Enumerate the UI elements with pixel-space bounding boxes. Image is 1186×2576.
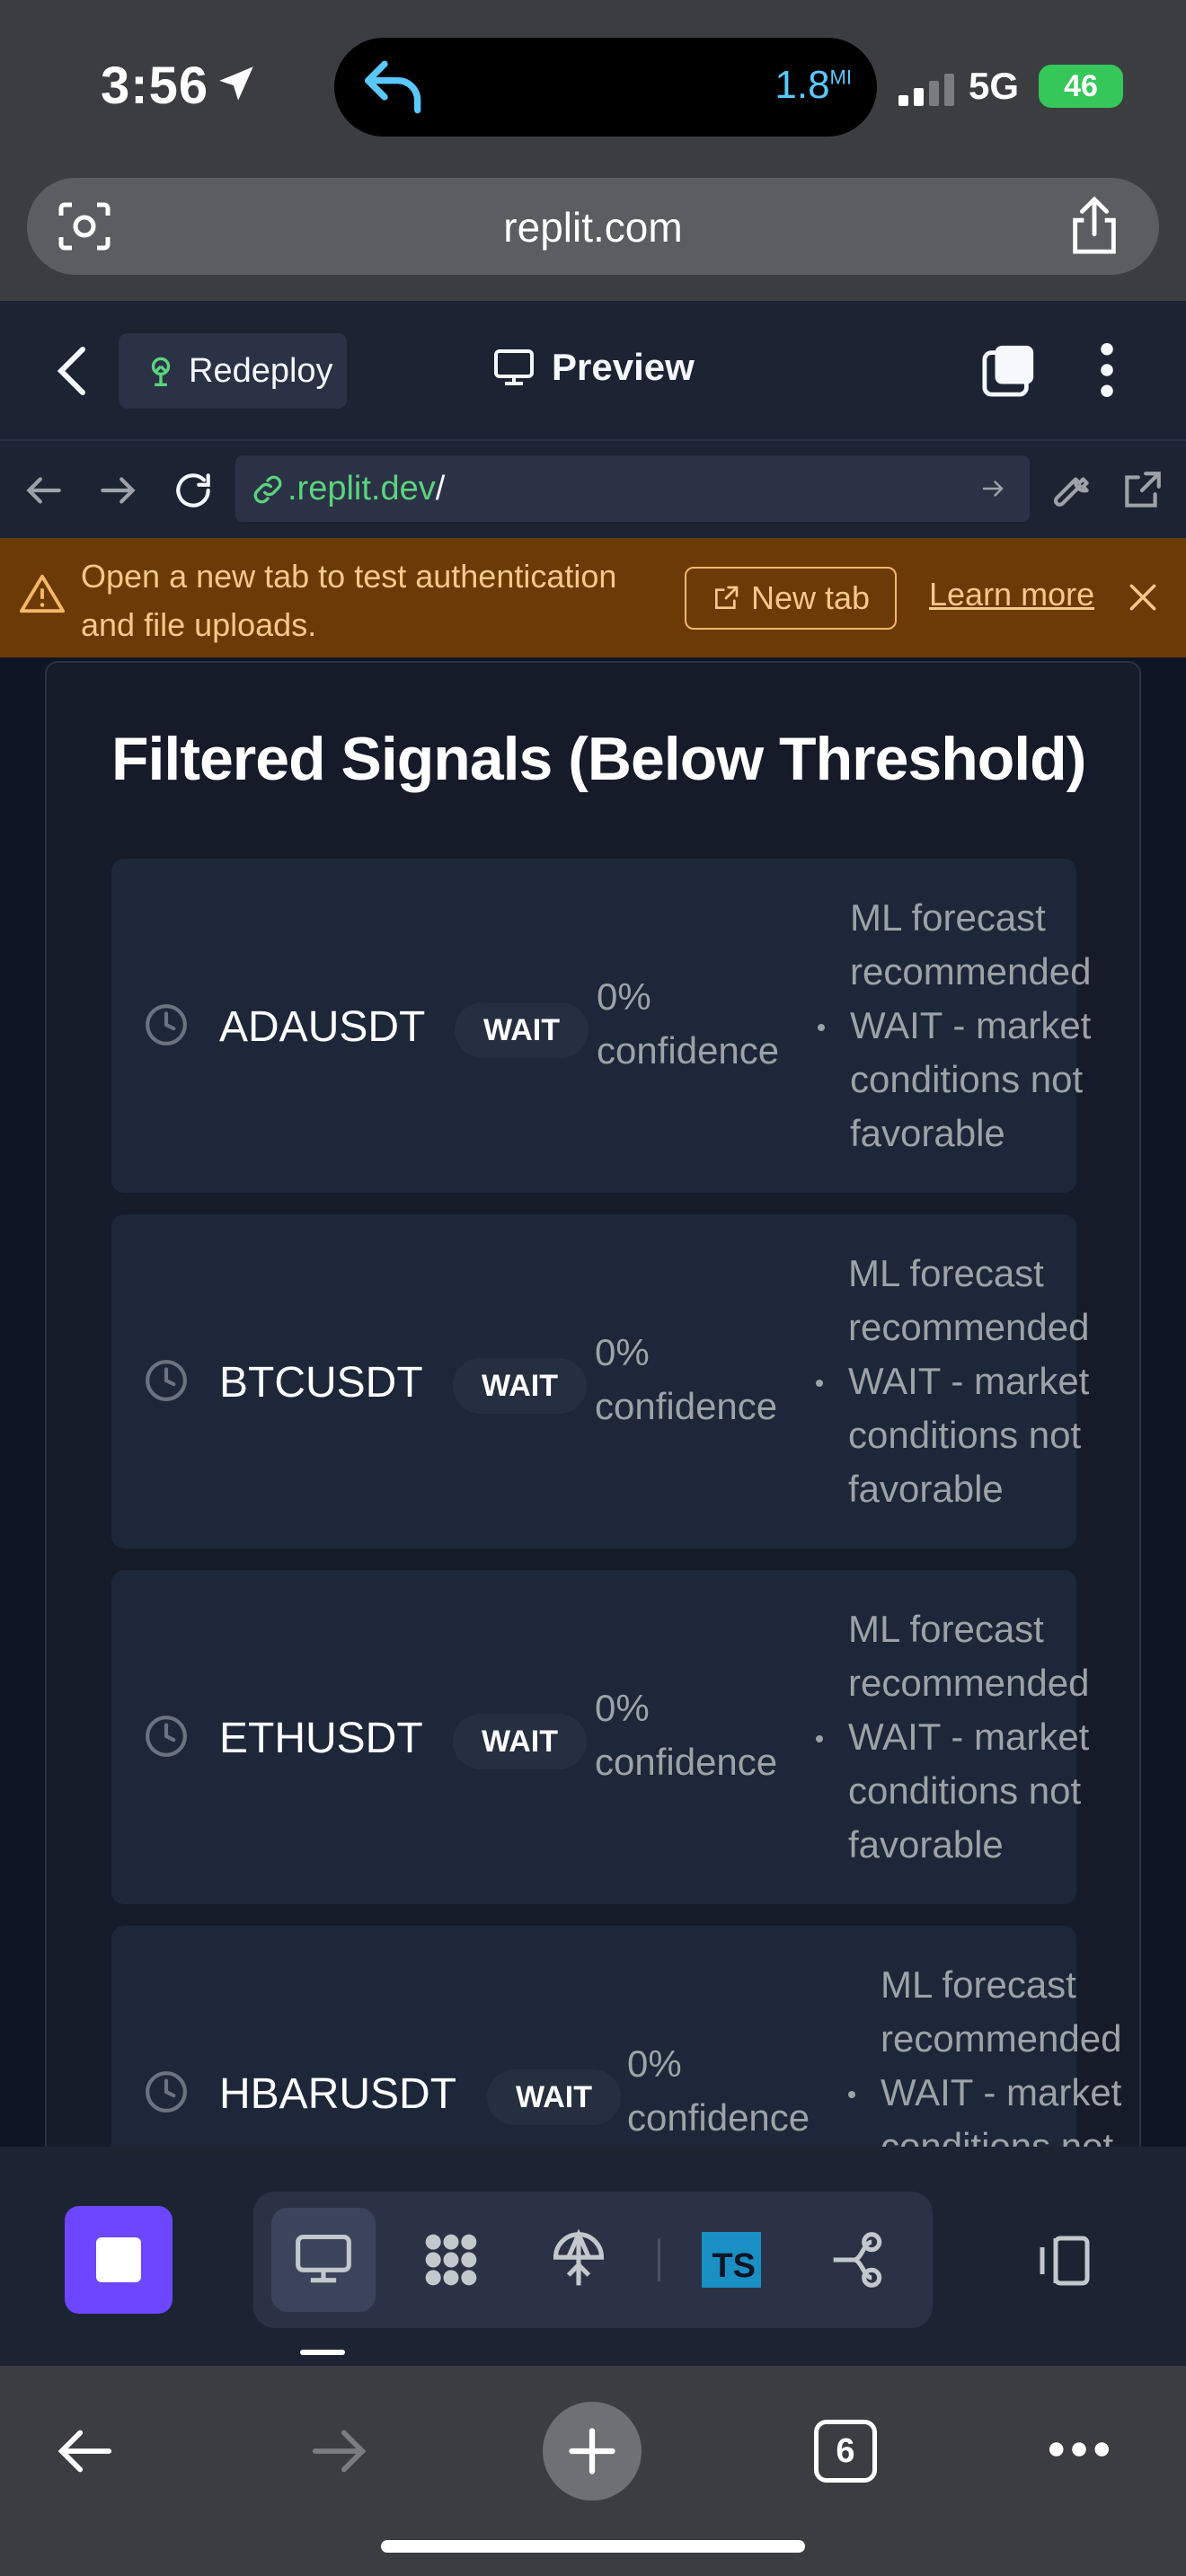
external-link-icon — [714, 586, 739, 609]
deploy-icon — [151, 357, 171, 386]
new-tab-button[interactable]: New tab — [685, 567, 897, 630]
arrow-right-icon[interactable] — [95, 468, 140, 513]
preview-content[interactable]: Filtered Signals (Below Threshold) ADAUS… — [0, 657, 1186, 2147]
forward-arrow-icon[interactable] — [307, 2420, 370, 2483]
action-badge: WAIT — [455, 1002, 589, 1058]
agent-icon — [425, 2234, 477, 2286]
active-tab-indicator — [300, 2350, 345, 2355]
separator-dot — [848, 2091, 855, 2098]
signal-confidence: 0% confidence — [595, 1331, 778, 1427]
clock-icon — [146, 1360, 187, 1401]
stop-icon — [96, 2237, 141, 2282]
agent-tool-button[interactable] — [399, 2208, 503, 2312]
share-icon[interactable] — [1069, 196, 1120, 255]
clock-icon — [146, 1716, 187, 1757]
signal-reason: ML forecast recommended WAIT - market co… — [848, 1252, 1090, 1510]
signal-confidence: 0% confidence — [595, 1687, 778, 1783]
banner-message: Open a new tab to test authentication an… — [81, 558, 617, 643]
monitor-icon — [494, 349, 534, 385]
signal-card: HBARUSDT WAIT 0% confidence ML forecast r… — [111, 1926, 1121, 2147]
safari-url-bar[interactable]: replit.com — [27, 178, 1159, 275]
signal-symbol: ADAUSDT — [219, 1003, 426, 1051]
preview-tool-button[interactable] — [271, 2208, 376, 2312]
chevron-left-icon[interactable] — [56, 346, 88, 396]
replit-header: Redeploy Preview — [0, 301, 1186, 441]
link-icon — [253, 475, 282, 504]
status-time: 3:56 — [101, 57, 209, 115]
clock-icon — [146, 1004, 187, 1045]
signal-symbol: BTCUSDT — [219, 1359, 423, 1407]
signal-symbol: HBARUSDT — [219, 2070, 457, 2118]
refresh-icon[interactable] — [171, 468, 216, 513]
more-horizontal-icon[interactable] — [1048, 2439, 1111, 2459]
turn-back-arrow-icon — [364, 60, 421, 114]
island-distance: 1.8MI — [774, 63, 852, 107]
webview-nav-bar: .replit.dev/ — [0, 441, 1186, 538]
redeploy-button[interactable]: Redeploy — [119, 333, 347, 409]
separator-dot — [816, 1380, 823, 1387]
browser-top-chrome: 3:56 1.8MI 5G 46 replit.com — [0, 0, 1186, 301]
dynamic-island[interactable]: 1.8MI — [334, 38, 877, 137]
action-badge: WAIT — [453, 1358, 587, 1414]
more-vertical-icon[interactable] — [1098, 342, 1116, 398]
signal-symbol: ETHUSDT — [219, 1715, 423, 1762]
deploy-icon — [553, 2229, 605, 2286]
safari-url-text: replit.com — [503, 204, 683, 251]
webview-address-field[interactable]: .replit.dev/ — [235, 455, 1030, 522]
learn-more-link[interactable]: Learn more — [929, 576, 1094, 613]
git-branch-icon — [833, 2232, 882, 2288]
page-title: Filtered Signals (Below Threshold) — [111, 725, 1086, 793]
signal-reason: ML forecast recommended WAIT - market co… — [881, 1963, 1122, 2147]
battery-indicator: 46 — [1039, 65, 1123, 108]
replit-bottom-toolbar: TS — [0, 2147, 1186, 2366]
tab-count-button[interactable]: 6 — [814, 2420, 877, 2483]
safari-bottom-toolbar: 6 — [0, 2366, 1186, 2576]
typescript-icon: TS — [702, 2232, 761, 2288]
signal-card: ETHUSDT WAIT 0% confidence ML forecast re… — [111, 1570, 1089, 1904]
preview-title: Preview — [492, 346, 695, 389]
signal-reason: ML forecast recommended WAIT - market co… — [848, 1608, 1090, 1866]
new-tab-plus-button[interactable] — [543, 2402, 642, 2501]
arrow-left-icon[interactable] — [22, 468, 66, 513]
stop-button[interactable] — [65, 2206, 173, 2314]
back-arrow-icon[interactable] — [54, 2420, 117, 2483]
deploy-tool-button[interactable] — [527, 2208, 631, 2312]
separator-dot — [816, 1735, 823, 1742]
external-link-icon[interactable] — [1120, 468, 1164, 513]
warning-triangle-icon — [20, 574, 65, 613]
go-arrow-icon[interactable] — [979, 475, 1006, 502]
signal-confidence: 0% confidence — [627, 2042, 810, 2139]
toolbar-divider — [658, 2238, 660, 2281]
signal-reason: ML forecast recommended WAIT - market co… — [850, 896, 1092, 1154]
wrench-icon[interactable] — [1049, 468, 1094, 513]
plus-icon — [569, 2428, 615, 2475]
signal-confidence: 0% confidence — [597, 975, 780, 1072]
clock-icon — [146, 2071, 187, 2113]
monitor-icon — [296, 2234, 351, 2283]
git-tool-button[interactable] — [807, 2208, 911, 2312]
redeploy-label: Redeploy — [189, 351, 333, 390]
tabs-icon[interactable] — [981, 342, 1037, 398]
action-badge: WAIT — [453, 1714, 587, 1769]
close-icon[interactable] — [1127, 581, 1159, 613]
location-arrow-icon — [219, 66, 253, 101]
signal-card: BTCUSDT WAIT 0% confidence ML forecast re… — [111, 1214, 1089, 1548]
webview-address-text: .replit.dev/ — [288, 470, 446, 507]
cell-signal-icon — [898, 74, 954, 106]
network-type: 5G — [969, 65, 1020, 107]
signal-card: ADAUSDT WAIT 0% confidence ML forecast re… — [111, 859, 1091, 1193]
typescript-file-button[interactable]: TS — [679, 2208, 783, 2312]
tool-switcher: TS — [253, 2192, 933, 2328]
action-badge: WAIT — [487, 2069, 621, 2125]
filtered-signals-panel: Filtered Signals (Below Threshold) ADAUS… — [45, 661, 1141, 2147]
home-indicator — [381, 2540, 805, 2553]
panel-toggle-icon[interactable] — [1033, 2229, 1096, 2292]
separator-dot — [818, 1024, 825, 1031]
auth-warning-banner: Open a new tab to test authentication an… — [0, 538, 1186, 657]
